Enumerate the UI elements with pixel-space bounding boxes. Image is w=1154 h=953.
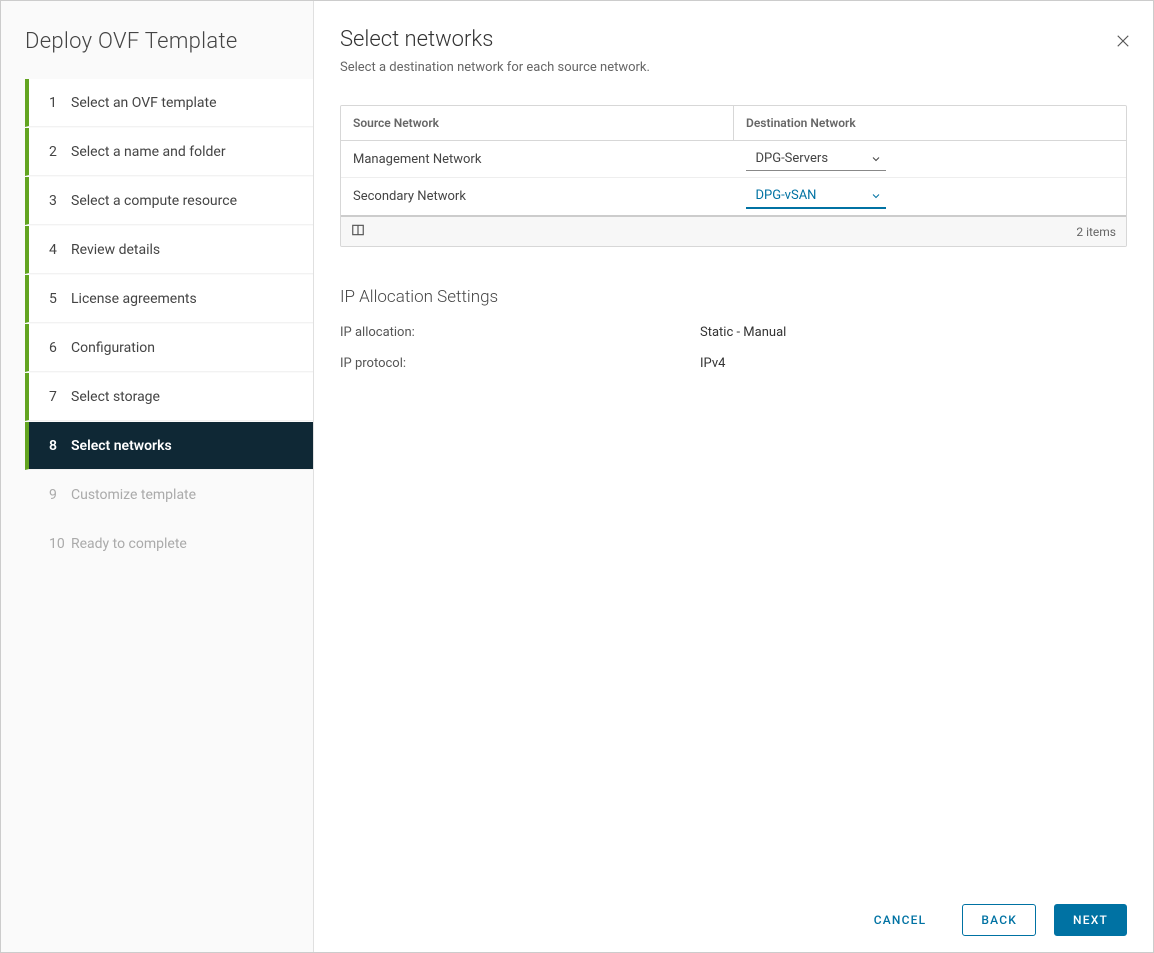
step-label: Select a compute resource: [71, 193, 301, 209]
step-number: 9: [49, 487, 71, 503]
table-footer: 2 items: [341, 215, 1126, 246]
header-destination: Destination Network: [734, 106, 1126, 140]
dropdown-value: DPG-Servers: [756, 151, 829, 166]
ip-protocol-label: IP protocol:: [340, 356, 700, 371]
destination-network-dropdown[interactable]: DPG-vSAN: [746, 184, 886, 209]
deploy-ovf-dialog: Deploy OVF Template 1Select an OVF templ…: [0, 0, 1154, 953]
wizard-step-1[interactable]: 1Select an OVF template: [25, 79, 313, 127]
wizard-sidebar: Deploy OVF Template 1Select an OVF templ…: [1, 1, 314, 952]
page-title: Select networks: [340, 27, 1127, 52]
step-label: Configuration: [71, 340, 301, 356]
wizard-step-3[interactable]: 3Select a compute resource: [25, 177, 313, 225]
step-number: 4: [49, 242, 71, 258]
ip-settings-title: IP Allocation Settings: [340, 287, 1127, 307]
ip-allocation-row: IP allocation: Static - Manual: [340, 325, 1127, 340]
wizard-step-2[interactable]: 2Select a name and folder: [25, 128, 313, 176]
step-number: 6: [49, 340, 71, 356]
next-button[interactable]: NEXT: [1054, 904, 1127, 936]
dialog-body: Deploy OVF Template 1Select an OVF templ…: [1, 1, 1153, 952]
cancel-button[interactable]: CANCEL: [856, 905, 945, 935]
chevron-down-icon: [870, 190, 882, 202]
step-number: 7: [49, 389, 71, 405]
page-subtitle: Select a destination network for each so…: [340, 60, 1127, 75]
ip-protocol-row: IP protocol: IPv4: [340, 356, 1127, 371]
network-table: Source Network Destination Network Manag…: [340, 105, 1127, 247]
wizard-step-4[interactable]: 4Review details: [25, 226, 313, 274]
wizard-steps: 1Select an OVF template2Select a name an…: [1, 78, 313, 569]
ip-protocol-value: IPv4: [700, 356, 725, 371]
wizard-step-7[interactable]: 7Select storage: [25, 373, 313, 421]
chevron-down-icon: [870, 153, 882, 165]
columns-toggle-icon[interactable]: [351, 223, 365, 240]
wizard-step-10: 10Ready to complete: [25, 520, 313, 568]
destination-network-cell: DPG-Servers: [734, 141, 1127, 177]
close-icon[interactable]: [1111, 29, 1135, 53]
table-items-count: 2 items: [1076, 225, 1116, 239]
back-button[interactable]: BACK: [962, 904, 1036, 936]
step-label: Select an OVF template: [71, 95, 301, 111]
wizard-main: Select networks Select a destination net…: [314, 1, 1153, 952]
destination-network-cell: DPG-vSAN: [734, 178, 1127, 215]
wizard-step-6[interactable]: 6Configuration: [25, 324, 313, 372]
step-label: Review details: [71, 242, 301, 258]
source-network-cell: Secondary Network: [341, 179, 734, 214]
table-row: Management Network DPG-Servers: [341, 141, 1126, 178]
step-label: Ready to complete: [71, 536, 301, 552]
destination-network-dropdown[interactable]: DPG-Servers: [746, 147, 886, 171]
wizard-step-9: 9Customize template: [25, 471, 313, 519]
step-label: Select storage: [71, 389, 301, 405]
step-number: 1: [49, 95, 71, 111]
table-header: Source Network Destination Network: [341, 106, 1126, 141]
step-label: Select networks: [71, 438, 301, 454]
step-number: 5: [49, 291, 71, 307]
step-label: Customize template: [71, 487, 301, 503]
wizard-title: Deploy OVF Template: [1, 1, 313, 78]
ip-allocation-label: IP allocation:: [340, 325, 700, 340]
wizard-step-8[interactable]: 8Select networks: [25, 422, 313, 470]
step-label: License agreements: [71, 291, 301, 307]
table-row: Secondary Network DPG-vSAN: [341, 178, 1126, 215]
step-number: 10: [49, 536, 71, 552]
step-number: 3: [49, 193, 71, 209]
ip-allocation-value: Static - Manual: [700, 325, 786, 340]
step-label: Select a name and folder: [71, 144, 301, 160]
source-network-cell: Management Network: [341, 142, 734, 177]
header-source: Source Network: [341, 106, 734, 140]
step-number: 8: [49, 438, 71, 454]
wizard-step-5[interactable]: 5License agreements: [25, 275, 313, 323]
step-number: 2: [49, 144, 71, 160]
wizard-footer: CANCEL BACK NEXT: [340, 894, 1127, 936]
dropdown-value: DPG-vSAN: [756, 188, 817, 203]
